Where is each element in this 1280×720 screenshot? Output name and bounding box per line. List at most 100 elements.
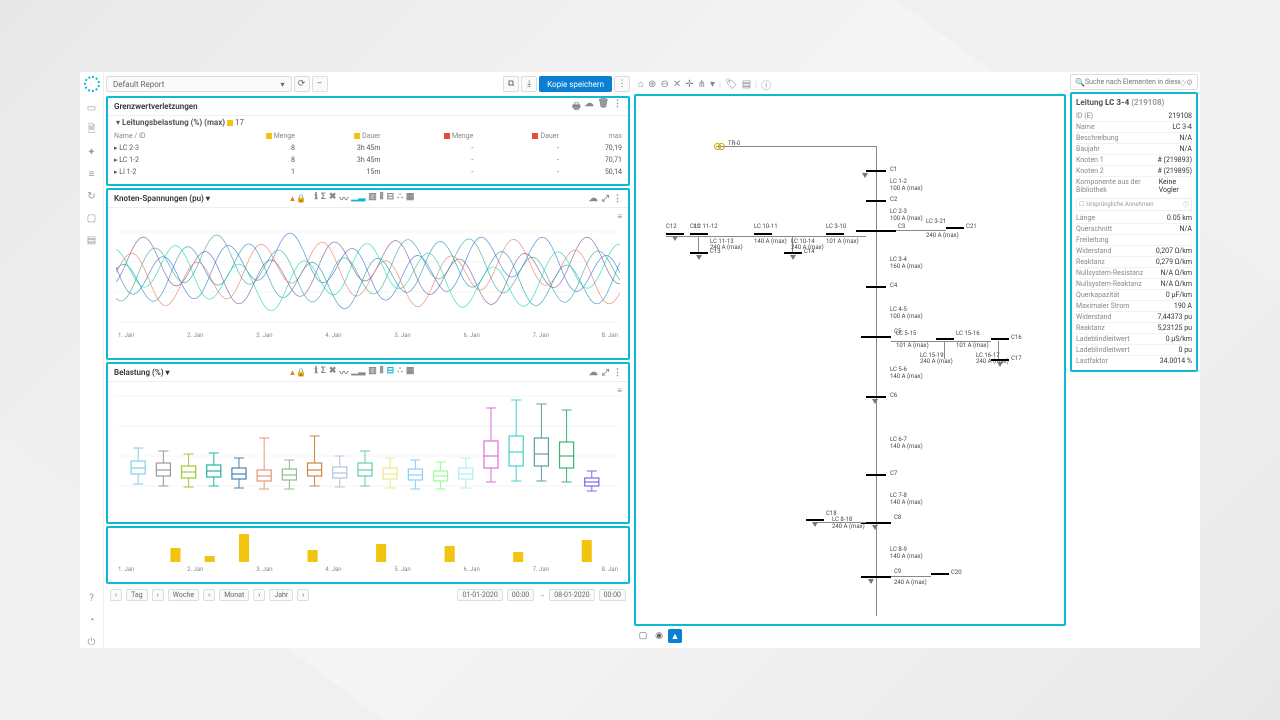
props-row: Reaktanz0,279 Ω/km bbox=[1076, 256, 1192, 267]
ct-area-icon[interactable]: ▁▂ bbox=[351, 366, 365, 379]
ct-box-icon[interactable]: ⊟ bbox=[387, 366, 395, 379]
tab-jahr[interactable]: Jahr bbox=[269, 589, 293, 601]
props-row: Komponente aus der BibliothekKeine Vogle… bbox=[1076, 176, 1192, 195]
nav-search-icon[interactable]: ✦ bbox=[86, 146, 98, 158]
refresh-icon[interactable]: ⟳ bbox=[294, 76, 310, 92]
view2-icon[interactable]: ◉ bbox=[652, 629, 666, 643]
next-icon[interactable]: › bbox=[152, 589, 164, 601]
props-row: Nullsystem-ReaktanzN/A Ω/km bbox=[1076, 278, 1192, 289]
prev-icon[interactable]: ‹ bbox=[110, 589, 122, 601]
nav-help-icon[interactable]: ? bbox=[86, 592, 98, 604]
time-to[interactable]: 00:00 bbox=[599, 589, 626, 601]
props-row: QuerschnittN/A bbox=[1076, 223, 1192, 234]
time-from[interactable]: 00:00 bbox=[507, 589, 534, 601]
ct-hist-icon[interactable]: ⫴ bbox=[380, 192, 384, 205]
close-icon[interactable]: ✕ bbox=[673, 79, 681, 90]
ct-line-icon[interactable]: 〰 bbox=[339, 192, 348, 205]
search-input[interactable] bbox=[1085, 78, 1180, 86]
panel-title: Knoten-Spannungen (pu) ▾ bbox=[114, 194, 288, 203]
more-icon[interactable]: ⋮ bbox=[614, 76, 630, 92]
ct-bar-icon[interactable]: ▥ bbox=[368, 366, 377, 379]
tab-monat[interactable]: Monat bbox=[219, 589, 249, 601]
copy-icon[interactable]: ⧉ bbox=[503, 76, 519, 92]
download-icon[interactable]: ☁ bbox=[589, 368, 598, 378]
ct-filter-icon[interactable]: ✖ bbox=[329, 366, 337, 379]
properties-panel: Leitung LC 3-4 (219108) ID (E)219108Name… bbox=[1070, 92, 1198, 372]
report-dropdown[interactable]: Default Report▾ bbox=[106, 76, 292, 92]
crosshair-icon[interactable]: ✛ bbox=[685, 79, 693, 90]
minus-icon[interactable]: − bbox=[312, 76, 328, 92]
date-from[interactable]: 01-01-2020 bbox=[457, 589, 502, 601]
ct-hist-icon[interactable]: ⫴ bbox=[380, 366, 384, 379]
grenz-table: Name / ID Menge Dauer Menge Dauer max ▸ … bbox=[108, 129, 628, 179]
next-icon[interactable]: › bbox=[253, 589, 265, 601]
props-section[interactable]: ☐ Ursprüngliche Annehmenⓘ bbox=[1076, 198, 1192, 211]
info-icon[interactable]: ⓘ bbox=[761, 77, 771, 92]
delete-icon[interactable]: 🗑 bbox=[598, 99, 609, 115]
tab-tag[interactable]: Tag bbox=[126, 589, 148, 601]
props-row: Freileitung bbox=[1076, 234, 1192, 245]
view3-icon[interactable]: ▲ bbox=[668, 629, 682, 643]
props-row: Reaktanz5,23125 pu bbox=[1076, 322, 1192, 333]
table-row[interactable]: ▸ LI 1-2115m--50,14 bbox=[110, 167, 626, 177]
chevron-down-icon[interactable]: ▾ bbox=[710, 79, 715, 90]
network-icon[interactable]: ⋔ bbox=[698, 79, 706, 90]
props-row: BeschreibungN/A bbox=[1076, 132, 1192, 143]
lock-icon[interactable]: 🔒 bbox=[296, 368, 306, 377]
nav-dashboard-icon[interactable]: ▭ bbox=[86, 102, 98, 114]
layers-icon[interactable]: ▤ bbox=[742, 79, 751, 90]
ct-tbl-icon[interactable]: ▦ bbox=[406, 192, 415, 205]
nav-history-icon[interactable]: ↻ bbox=[86, 190, 98, 202]
expand-icon[interactable]: ⤢ bbox=[602, 194, 609, 204]
tag-icon[interactable]: 🏷 bbox=[725, 79, 738, 90]
ct-bar-icon[interactable]: ▥ bbox=[368, 192, 377, 205]
nav-user-icon[interactable]: ◔ bbox=[86, 614, 98, 626]
gear-icon[interactable]: ⚙ bbox=[1186, 78, 1193, 87]
legend-icon[interactable]: ≡ bbox=[617, 386, 622, 395]
zoom-out-icon[interactable]: ⊖ bbox=[660, 79, 668, 90]
ct-filter-icon[interactable]: ✖ bbox=[329, 192, 337, 205]
more-icon[interactable]: ⋮ bbox=[613, 99, 622, 115]
more-icon[interactable]: ⋮ bbox=[613, 368, 622, 378]
ct-line-icon[interactable]: 〰 bbox=[339, 366, 348, 379]
legend-icon[interactable]: ≡ bbox=[617, 212, 622, 221]
nav-monitor-icon[interactable]: ▢ bbox=[86, 212, 98, 224]
tab-woche[interactable]: Woche bbox=[168, 589, 199, 601]
print-icon[interactable]: 🖶 bbox=[572, 99, 581, 115]
nav-files-icon[interactable]: 🗎 bbox=[86, 124, 98, 136]
lock-icon[interactable]: 🔒 bbox=[296, 194, 306, 203]
nav-settings-icon[interactable]: ▤ bbox=[86, 234, 98, 246]
view1-icon[interactable]: ▢ bbox=[636, 629, 650, 643]
next-icon[interactable]: › bbox=[203, 589, 215, 601]
ct-sum-icon[interactable]: Σ bbox=[321, 192, 326, 205]
download-icon[interactable]: ☁ bbox=[589, 194, 598, 204]
ct-scat-icon[interactable]: ∴ bbox=[397, 366, 403, 379]
export-icon[interactable]: ⤓ bbox=[521, 76, 537, 92]
table-row[interactable]: ▸ LC 1-283h 45m--70,71 bbox=[110, 155, 626, 165]
ct-info-icon[interactable]: ℹ bbox=[314, 192, 317, 205]
ct-tbl-icon[interactable]: ▦ bbox=[406, 366, 415, 379]
ct-info-icon[interactable]: ℹ bbox=[314, 366, 317, 379]
ct-box-icon[interactable]: ⊟ bbox=[387, 192, 395, 205]
download-icon[interactable]: ☁ bbox=[585, 99, 594, 115]
home-icon[interactable]: ⌂ bbox=[638, 79, 644, 90]
expand-icon[interactable]: ⤢ bbox=[602, 368, 609, 378]
ct-area-icon[interactable]: ▁▂ bbox=[351, 192, 365, 205]
more-icon[interactable]: ⋮ bbox=[613, 194, 622, 204]
time-controls: ‹ Tag › Woche › Monat › Jahr › 01-01-202… bbox=[106, 586, 630, 604]
props-row: BaujahrN/A bbox=[1076, 143, 1192, 154]
nav-list-icon[interactable]: ≡ bbox=[86, 168, 98, 180]
network-diagram[interactable]: TR-0 C1 LC 1-2 100 A (max) C2 LC 2-3 100… bbox=[634, 94, 1066, 626]
next-icon[interactable]: › bbox=[297, 589, 309, 601]
zoom-in-icon[interactable]: ⊕ bbox=[648, 79, 656, 90]
props-row: Länge0.05 km bbox=[1076, 213, 1192, 223]
table-row[interactable]: ▸ LC 2-383h 45m--70,19 bbox=[110, 143, 626, 153]
props-row: Maximaler Strom190 A bbox=[1076, 300, 1192, 311]
save-copy-button[interactable]: Kopie speichern bbox=[539, 76, 612, 92]
warn-icon: ▲ bbox=[288, 194, 296, 203]
date-to[interactable]: 08-01-2020 bbox=[549, 589, 594, 601]
props-row: Lastfaktor34.0014 % bbox=[1076, 355, 1192, 366]
nav-power-icon[interactable]: ⏻ bbox=[86, 636, 98, 648]
ct-sum-icon[interactable]: Σ bbox=[321, 366, 326, 379]
ct-scat-icon[interactable]: ∴ bbox=[397, 192, 403, 205]
